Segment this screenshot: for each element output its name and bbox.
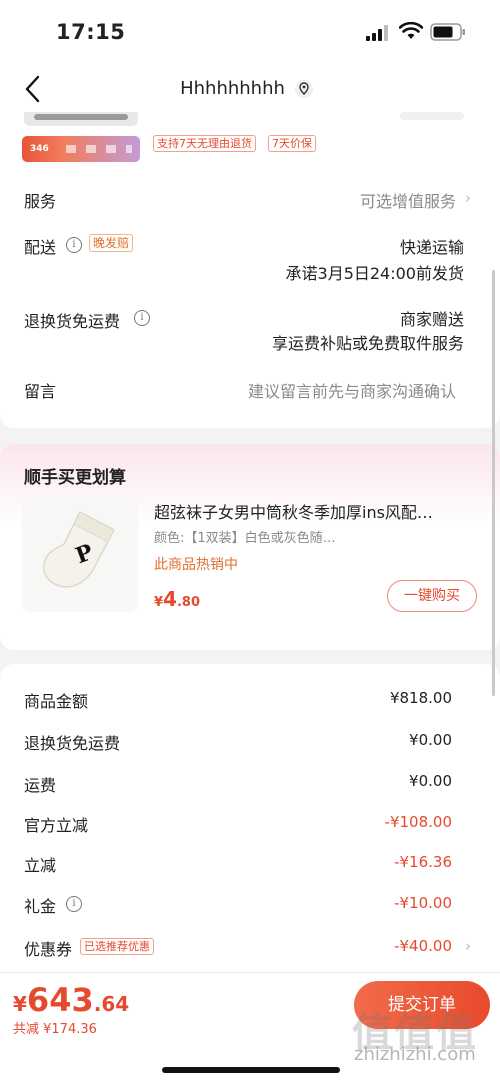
signal-icon xyxy=(366,25,388,41)
total-currency: ¥ xyxy=(13,992,27,1016)
amount-label: 退换货免运费 xyxy=(24,734,121,753)
info-icon[interactable]: i xyxy=(134,310,150,326)
chevron-right-icon: › xyxy=(465,937,471,955)
amount-breakdown-card: 商品金额 ¥818.00 退换货免运费 ¥0.00 运费 ¥0.00 官方立减 … xyxy=(0,664,500,982)
scrollbar[interactable] xyxy=(492,270,495,696)
product-image-shadow xyxy=(34,114,128,120)
return-shipping-label: 退换货免运费 xyxy=(24,312,121,331)
amount-value: -¥10.00 xyxy=(394,894,452,912)
status-time: 17:15 xyxy=(56,20,126,44)
service-value[interactable]: 可选增值服务 xyxy=(360,188,456,212)
message-input[interactable]: 建议留言前先与商家沟通确认 xyxy=(248,378,456,402)
addon-product-image[interactable]: P xyxy=(22,498,138,612)
quantity-stub xyxy=(400,112,464,120)
coupon-recommend-tag: 已选推荐优惠 xyxy=(80,938,154,955)
sock-illustration: P xyxy=(42,510,116,588)
amount-label: 商品金额 xyxy=(24,692,89,711)
total-saved: 共减 ¥174.36 xyxy=(13,1022,97,1037)
price-protect-tag: 7天价保 xyxy=(268,135,316,152)
promo-banner-detail xyxy=(66,145,132,153)
total-integer: 643 xyxy=(26,981,94,1019)
addon-product-title[interactable]: 超弦袜子女男中筒秋冬季加厚ins风配… xyxy=(154,499,478,523)
status-bar: 17:15 xyxy=(0,0,500,66)
late-compensation-tag: 晚发赔 xyxy=(89,234,134,252)
delivery-label: 配送 xyxy=(24,238,57,257)
promo-price: 346 xyxy=(30,144,49,154)
order-options-card: 346 支持7天无理由退货 7天价保 服务 可选增值服务 › 配送 i 晚发赔 … xyxy=(0,112,500,428)
info-icon[interactable]: i xyxy=(66,237,82,253)
amount-value: -¥40.00 xyxy=(394,937,452,955)
return-shipping-desc: 享运费补贴或免费取件服务 xyxy=(271,334,464,353)
watermark-text: zhizhizhi.com xyxy=(354,1044,476,1065)
one-click-buy-button[interactable]: 一键购买 xyxy=(387,580,477,612)
amount-label: 礼金 xyxy=(24,897,57,916)
addon-product-spec[interactable]: 颜色:【1双装】白色或灰色随… xyxy=(154,527,336,546)
amount-label: 官方立减 xyxy=(24,816,89,835)
location-icon[interactable] xyxy=(294,79,314,99)
addon-price: ¥4.80 xyxy=(154,587,200,611)
addon-section-title: 顺手买更划算 xyxy=(24,468,126,488)
total-decimal: .64 xyxy=(93,992,130,1016)
return-shipping-value: 商家赠送 xyxy=(399,310,464,329)
delivery-promise: 承诺3月5日24:00前发货 xyxy=(285,264,464,283)
addon-hot-label: 此商品热销中 xyxy=(154,557,238,573)
price-integer: 4 xyxy=(163,587,177,611)
wifi-icon xyxy=(399,22,423,39)
addon-card: 顺手买更划算 P 超弦袜子女男中筒秋冬季加厚ins风配… 颜色:【1双装】白色或… xyxy=(0,444,500,650)
amount-label: 运费 xyxy=(24,776,57,795)
return-policy-tag: 支持7天无理由退货 xyxy=(153,135,256,152)
delivery-method: 快递运输 xyxy=(399,238,464,257)
amount-value: -¥16.36 xyxy=(394,853,452,871)
amount-value: ¥0.00 xyxy=(409,731,452,749)
order-total: ¥643.64 xyxy=(13,981,129,1019)
price-decimal: .80 xyxy=(176,595,200,610)
service-label: 服务 xyxy=(24,192,57,211)
info-icon[interactable]: i xyxy=(66,896,82,912)
battery-icon xyxy=(430,23,465,41)
promo-price-banner: 346 xyxy=(22,136,140,162)
amount-value: ¥0.00 xyxy=(409,772,452,790)
amount-value: -¥108.00 xyxy=(384,813,452,831)
home-indicator xyxy=(162,1067,340,1073)
watermark: 值值值 zhizhizhi.com xyxy=(352,998,492,1078)
amount-value: ¥818.00 xyxy=(389,689,452,707)
chevron-right-icon: › xyxy=(465,189,471,207)
price-currency: ¥ xyxy=(154,595,164,610)
page-title: Hhhhhhhhh xyxy=(180,78,285,99)
amount-label: 优惠券 xyxy=(24,940,73,959)
nav-bar: Hhhhhhhhh xyxy=(0,66,500,112)
amount-label: 立减 xyxy=(24,856,57,875)
message-label: 留言 xyxy=(24,382,57,401)
